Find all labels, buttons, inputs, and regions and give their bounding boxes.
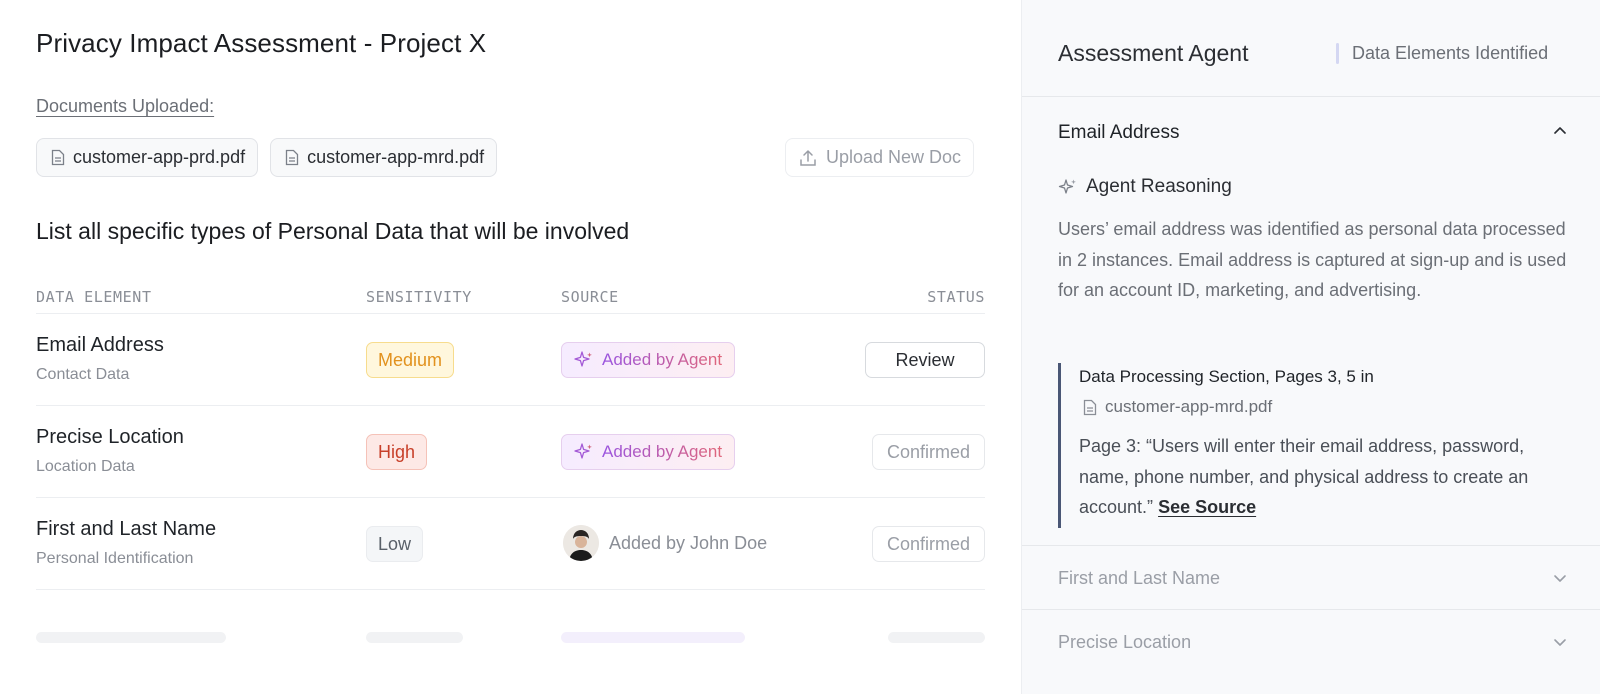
assessment-panel: Privacy Impact Assessment - Project X Do… (0, 0, 1021, 694)
chevron-up-icon[interactable] (1551, 122, 1569, 140)
sensitivity-badge: Low (366, 526, 424, 562)
source-agent-badge: Added by Agent (561, 434, 736, 470)
accordion-item-precise-location[interactable]: Precise Location (1022, 609, 1600, 673)
table-row: Email Address Contact Data Medium Added … (36, 314, 985, 406)
table-row: First and Last Name Personal Identificat… (36, 498, 985, 590)
documents-list: customer-app-prd.pdf customer-app-mrd.pd… (36, 138, 498, 177)
agent-subtitle: Data Elements Identified (1352, 43, 1549, 63)
document-chip-mrd[interactable]: customer-app-mrd.pdf (270, 138, 498, 177)
upload-new-doc-button[interactable]: Upload New Doc (785, 138, 975, 177)
confirmed-button[interactable]: Confirmed (871, 526, 985, 562)
accordion-item-first-last-name[interactable]: First and Last Name (1022, 545, 1600, 609)
data-element-category: Contact Data (36, 366, 130, 383)
sparkle-icon (1058, 179, 1076, 194)
document-name: customer-app-mrd.pdf (307, 147, 485, 167)
header-status: STATUS (927, 287, 985, 306)
page-title: Privacy Impact Assessment - Project X (36, 28, 487, 58)
sparkle-icon (574, 351, 592, 367)
header-divider (1336, 43, 1339, 64)
skeleton-placeholder (366, 632, 463, 643)
document-chip-prd[interactable]: customer-app-prd.pdf (36, 138, 259, 177)
table-header: DATA ELEMENT SENSITIVITY SOURCE STATUS (36, 280, 985, 314)
header-data-element: DATA ELEMENT (36, 287, 152, 306)
upload-icon (800, 149, 816, 166)
review-button[interactable]: Review (865, 342, 985, 378)
skeleton-placeholder (561, 632, 745, 643)
data-element-name: First and Last Name (36, 518, 217, 540)
documents-uploaded-label: Documents Uploaded: (36, 96, 215, 116)
source-label: Added by Agent (602, 350, 723, 369)
chevron-down-icon[interactable] (1551, 633, 1569, 651)
header-source: SOURCE (561, 287, 619, 306)
agent-reasoning-heading: Agent Reasoning (1058, 176, 1232, 198)
sparkle-icon (574, 443, 592, 459)
document-icon (285, 149, 299, 166)
quote-document[interactable]: customer-app-mrd.pdf (1083, 397, 1272, 417)
agent-reasoning-label: Agent Reasoning (1086, 176, 1232, 197)
source-user: Added by John Doe (563, 525, 767, 561)
upload-label: Upload New Doc (826, 147, 962, 167)
accordion-item-email-address[interactable]: Email Address (1058, 122, 1179, 144)
agent-reasoning-text: Users’ email address was identified as p… (1058, 219, 1567, 300)
quote-text: Page 3: “Users will enter their email ad… (1079, 436, 1529, 517)
quote-body: Page 3: “Users will enter their email ad… (1079, 431, 1574, 523)
agent-title: Assessment Agent (1058, 40, 1249, 66)
document-name: customer-app-prd.pdf (73, 147, 246, 167)
sensitivity-badge: Medium (366, 342, 455, 378)
source-label: Added by Agent (602, 442, 723, 461)
sensitivity-badge: High (366, 434, 428, 470)
avatar (563, 525, 599, 561)
source-agent-badge: Added by Agent (561, 342, 736, 378)
see-source-link[interactable]: See Source (1158, 497, 1256, 517)
table-row: Precise Location Location Data High Adde… (36, 406, 985, 498)
source-quote: Data Processing Section, Pages 3, 5 in c… (1058, 363, 1568, 528)
header-sensitivity: SENSITIVITY (366, 287, 472, 306)
data-elements-table: DATA ELEMENT SENSITIVITY SOURCE STATUS E… (36, 280, 985, 590)
data-element-category: Location Data (36, 458, 135, 475)
data-element-name: Precise Location (36, 426, 184, 448)
accordion-item-label: First and Last Name (1058, 568, 1221, 588)
quote-document-name: customer-app-mrd.pdf (1105, 397, 1273, 416)
skeleton-placeholder (888, 632, 985, 643)
assessment-agent-panel: Assessment Agent Data Elements Identifie… (1021, 0, 1600, 694)
data-element-category: Personal Identification (36, 550, 194, 567)
source-label: Added by John Doe (609, 532, 768, 553)
data-element-name: Email Address (36, 334, 164, 356)
skeleton-placeholder (36, 632, 226, 643)
document-icon (51, 149, 65, 166)
accordion-item-label: Precise Location (1058, 632, 1192, 652)
confirmed-button[interactable]: Confirmed (871, 434, 985, 470)
chevron-down-icon[interactable] (1551, 569, 1569, 587)
document-icon (1083, 399, 1097, 415)
quote-title: Data Processing Section, Pages 3, 5 in (1079, 367, 1374, 386)
section-question: List all specific types of Personal Data… (36, 218, 630, 244)
agent-header: Assessment Agent Data Elements Identifie… (1022, 0, 1600, 97)
